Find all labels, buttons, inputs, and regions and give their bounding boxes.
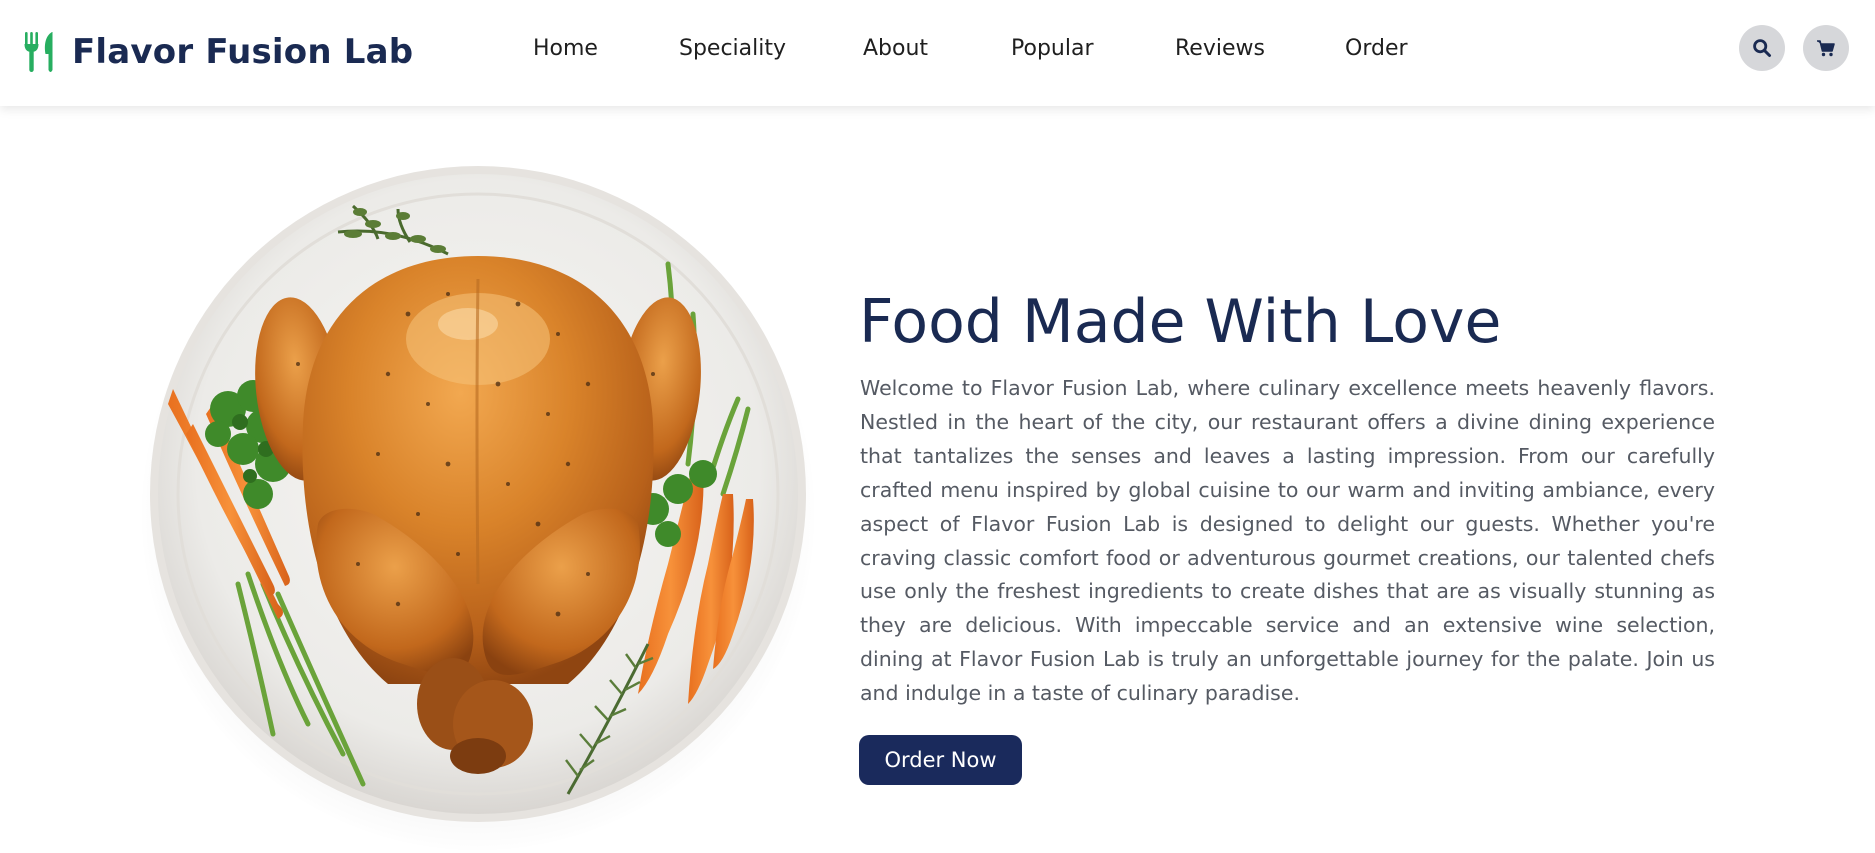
hero-image bbox=[142, 164, 814, 850]
nav-popular[interactable]: Popular bbox=[1011, 36, 1094, 61]
nav-order[interactable]: Order bbox=[1345, 36, 1408, 61]
search-icon bbox=[1753, 39, 1771, 57]
nav-speciality[interactable]: Speciality bbox=[679, 36, 786, 61]
nav-home[interactable]: Home bbox=[533, 36, 598, 61]
main-nav: Home Speciality About Popular Reviews Or… bbox=[0, 36, 1875, 68]
roast-chicken-plate-image bbox=[150, 166, 806, 822]
order-now-button[interactable]: Order Now bbox=[859, 735, 1022, 785]
nav-reviews[interactable]: Reviews bbox=[1175, 36, 1265, 61]
cart-icon bbox=[1817, 40, 1835, 57]
search-button[interactable] bbox=[1739, 25, 1785, 71]
hero-description: Welcome to Flavor Fusion Lab, where culi… bbox=[860, 376, 1715, 706]
hero-title: Food Made With Love bbox=[859, 287, 1502, 357]
cart-button[interactable] bbox=[1803, 25, 1849, 71]
nav-about[interactable]: About bbox=[863, 36, 928, 61]
site-header: Flavor Fusion Lab Home Speciality About … bbox=[0, 0, 1875, 106]
